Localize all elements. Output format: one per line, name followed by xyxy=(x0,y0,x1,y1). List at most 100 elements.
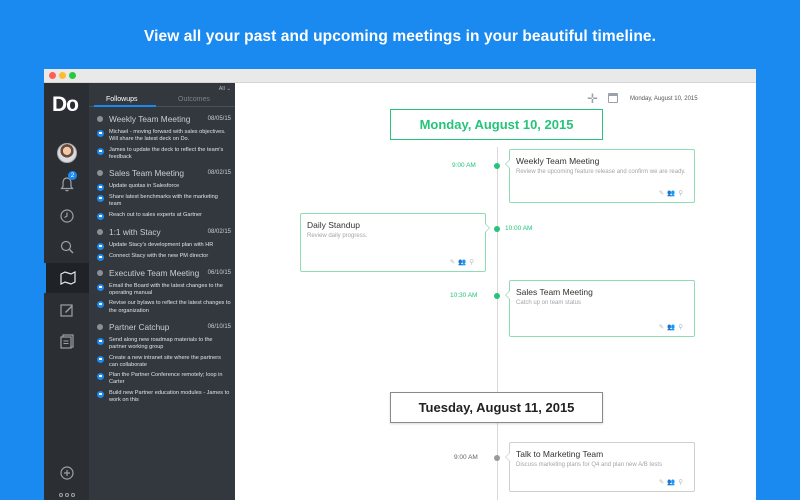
tab-followups[interactable]: Followups xyxy=(106,96,138,103)
followup-text: Michael - moving forward with sales obje… xyxy=(109,129,226,143)
edit-icon[interactable]: ✎ xyxy=(659,190,667,197)
followup-item[interactable]: Send along new roadmap materials to the … xyxy=(97,337,231,352)
timeline-button[interactable] xyxy=(44,263,89,293)
followup-item[interactable]: Update Stacy's development plan with HR xyxy=(97,242,231,250)
flag-icon xyxy=(97,184,104,192)
followup-group: 1:1 with Stacy 08/02/15 Update Stacy's d… xyxy=(89,225,235,261)
more-button[interactable] xyxy=(44,480,89,500)
flag-icon xyxy=(97,355,104,363)
calendar-icon[interactable] xyxy=(608,93,618,103)
minimize-window-button[interactable] xyxy=(59,72,66,79)
event-description: Review daily progress. xyxy=(307,233,368,239)
map-icon xyxy=(59,271,76,285)
location-icon[interactable]: ⚲ xyxy=(678,479,686,486)
group-header[interactable]: Executive Team Meeting 06/10/15 xyxy=(97,266,231,280)
event-card[interactable]: Talk to Marketing Team Discuss marketing… xyxy=(505,442,695,492)
followup-group: Executive Team Meeting 06/10/15 Email th… xyxy=(89,266,235,315)
group-date: 06/10/15 xyxy=(207,269,231,276)
event-card[interactable]: Daily Standup Review daily progress. ✎👥⚲ xyxy=(300,213,490,272)
event-card[interactable]: Weekly Team Meeting Review the upcoming … xyxy=(505,149,695,203)
group-title: Executive Team Meeting xyxy=(109,267,200,278)
notes-button[interactable] xyxy=(44,326,89,356)
flag-icon xyxy=(97,390,104,398)
flag-icon xyxy=(97,373,104,381)
card-action-icons: ✎👥⚲ xyxy=(659,189,686,197)
followup-item[interactable]: Share latest benchmarks with the marketi… xyxy=(97,194,231,209)
followup-group: Weekly Team Meeting 08/05/15 Michael - m… xyxy=(89,112,235,161)
clock-icon xyxy=(59,209,74,223)
tab-outcomes[interactable]: Outcomes xyxy=(178,96,210,103)
event-title: Sales Team Meeting xyxy=(516,287,593,297)
flag-icon xyxy=(97,212,104,220)
zoom-window-button[interactable] xyxy=(69,72,76,79)
flag-icon xyxy=(97,147,104,155)
people-icon[interactable]: 👥 xyxy=(667,479,678,486)
event-card[interactable]: Sales Team Meeting Catch up on team stat… xyxy=(505,280,695,337)
followup-group: Sales Team Meeting 08/02/15 Update quota… xyxy=(89,166,235,220)
card-action-icons: ✎👥⚲ xyxy=(659,478,686,486)
search-icon xyxy=(60,240,73,254)
day-header-today: Monday, August 10, 2015 xyxy=(390,109,603,140)
followups-panel: All ⌄ Followups Outcomes Weekly Team Mee… xyxy=(89,83,235,500)
followup-item[interactable]: Update quotas in Salesforce xyxy=(97,183,231,192)
location-icon[interactable]: ⚲ xyxy=(469,259,477,266)
timeline-line xyxy=(497,147,498,500)
group-title: Partner Catchup xyxy=(109,321,170,332)
followup-groups: Weekly Team Meeting 08/05/15 Michael - m… xyxy=(89,112,235,404)
edit-icon[interactable]: ✎ xyxy=(659,479,667,486)
card-action-icons: ✎👥⚲ xyxy=(659,323,686,331)
event-time: 9:00 AM xyxy=(454,454,478,461)
event-time: 10:00 AM xyxy=(505,225,533,232)
active-tab-indicator xyxy=(94,105,156,107)
group-dot xyxy=(97,228,103,235)
followup-item[interactable]: James to update the deck to reflect the … xyxy=(97,147,231,162)
followup-item[interactable]: Build new Partner education modules - Ja… xyxy=(97,390,231,405)
followup-text: Plan the Partner Conference remotely; lo… xyxy=(109,372,223,386)
people-icon[interactable]: 👥 xyxy=(667,324,678,331)
event-description: Catch up on team status xyxy=(516,300,582,306)
title-bar xyxy=(44,69,756,83)
group-header[interactable]: Sales Team Meeting 08/02/15 xyxy=(97,166,231,180)
filter-dropdown[interactable]: All ⌄ xyxy=(219,86,231,92)
group-header[interactable]: Weekly Team Meeting 08/05/15 xyxy=(97,112,231,126)
flag-icon xyxy=(97,195,104,203)
crosshair-icon[interactable]: ✛ xyxy=(587,92,598,105)
group-dot xyxy=(97,323,103,330)
search-button[interactable] xyxy=(44,232,89,262)
event-title: Weekly Team Meeting xyxy=(516,156,600,166)
group-title: 1:1 with Stacy xyxy=(109,226,161,237)
app-logo[interactable]: Do xyxy=(52,94,79,115)
followup-item[interactable]: Create a new intranet site where the par… xyxy=(97,355,231,370)
people-icon[interactable]: 👥 xyxy=(458,259,469,266)
followup-group: Partner Catchup 06/10/15 Send along new … xyxy=(89,320,235,404)
location-icon[interactable]: ⚲ xyxy=(678,190,686,197)
followup-text: Share latest benchmarks with the marketi… xyxy=(109,194,218,208)
followup-item[interactable]: Plan the Partner Conference remotely; lo… xyxy=(97,372,231,387)
profile-avatar[interactable] xyxy=(44,138,89,168)
followup-text: Email the Board with the latest changes … xyxy=(109,282,223,297)
location-icon[interactable]: ⚲ xyxy=(678,324,686,331)
group-header[interactable]: Partner Catchup 06/10/15 xyxy=(97,320,231,334)
followup-text: Revise our bylaws to reflect the latest … xyxy=(109,300,231,314)
group-dot xyxy=(97,269,103,276)
edit-icon[interactable]: ✎ xyxy=(450,259,458,266)
close-window-button[interactable] xyxy=(49,72,56,79)
followup-item[interactable]: Connect Stacy with the new PM director xyxy=(97,253,231,261)
group-date: 08/02/15 xyxy=(207,170,231,177)
history-button[interactable] xyxy=(44,201,89,231)
timeline-dot xyxy=(494,293,500,299)
people-icon[interactable]: 👥 xyxy=(667,190,678,197)
followup-item[interactable]: Reach out to sales experts at Gartner xyxy=(97,212,231,220)
group-header[interactable]: 1:1 with Stacy 08/02/15 xyxy=(97,225,231,239)
followup-item[interactable]: Email the Board with the latest changes … xyxy=(97,283,231,298)
headline: View all your past and upcoming meetings… xyxy=(143,28,657,45)
compose-button[interactable] xyxy=(44,295,89,325)
notifications-button[interactable]: 2 xyxy=(44,169,89,199)
card-action-icons: ✎👥⚲ xyxy=(450,258,477,266)
add-icon xyxy=(59,466,74,480)
edit-icon[interactable]: ✎ xyxy=(659,324,667,331)
followup-item[interactable]: Revise our bylaws to reflect the latest … xyxy=(97,300,231,315)
flag-icon xyxy=(97,301,104,309)
followup-text: James to update the deck to reflect the … xyxy=(109,146,224,160)
followup-item[interactable]: Michael - moving forward with sales obje… xyxy=(97,129,231,144)
